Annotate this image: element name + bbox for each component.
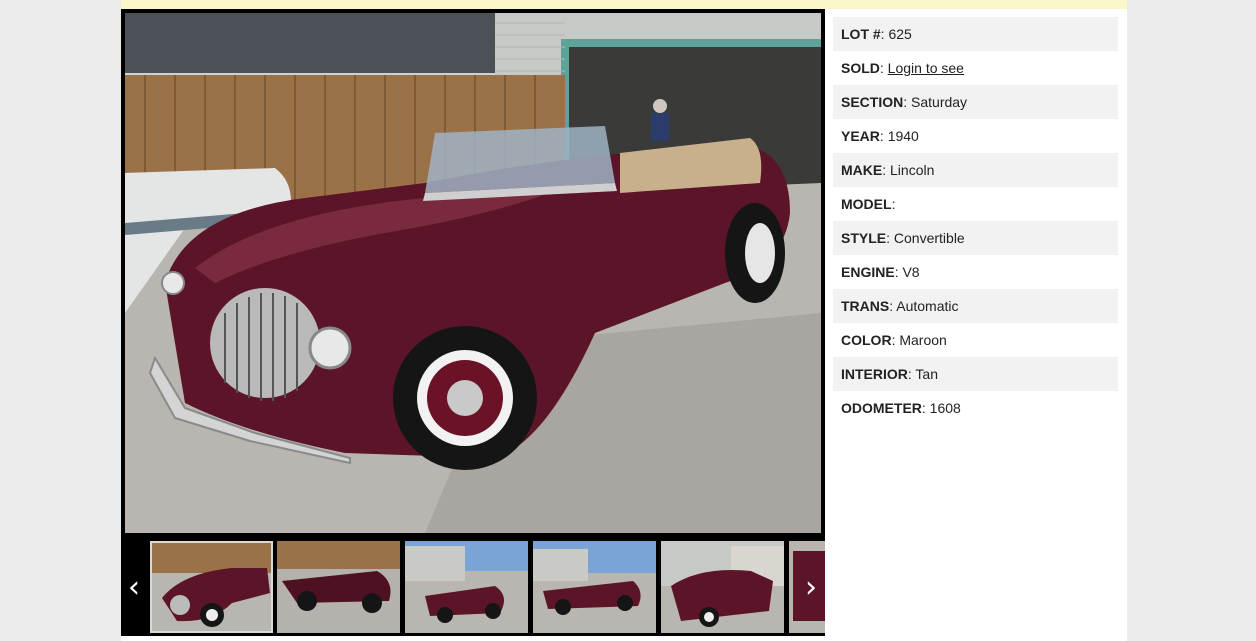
- detail-color: COLOR: Maroon: [841, 332, 947, 348]
- vehicle-details: LOT #: 625 SOLD: Login to see SECTION: S…: [833, 17, 1118, 425]
- detail-make: MAKE: Lincoln: [833, 153, 1118, 187]
- detail-trans: TRANS: Automatic: [833, 289, 1118, 323]
- thumbnail-2[interactable]: [277, 541, 400, 633]
- main-photo[interactable]: [125, 13, 821, 533]
- detail-section: SECTION: Saturday: [833, 85, 1118, 119]
- thumbnail-3[interactable]: [405, 541, 528, 633]
- top-notice-strip: [121, 0, 1127, 9]
- thumbnail-5[interactable]: [661, 541, 784, 633]
- photo-gallery: ‹ ›: [121, 9, 825, 636]
- detail-odometer: ODOMETER: 1608: [841, 400, 961, 416]
- detail-sold: SOLD: Login to see: [841, 60, 964, 76]
- detail-lot: LOT #: 625: [833, 17, 1118, 51]
- thumbnail-4[interactable]: [533, 541, 656, 633]
- detail-model: MODEL:: [841, 196, 896, 212]
- chevron-right-icon[interactable]: ›: [799, 568, 823, 608]
- thumbnail-1[interactable]: [150, 541, 273, 633]
- chevron-left-icon[interactable]: ‹: [122, 568, 146, 608]
- detail-engine: ENGINE: V8: [841, 264, 920, 280]
- detail-interior: INTERIOR: Tan: [833, 357, 1118, 391]
- thumbnail-strip: ‹ ›: [121, 538, 825, 636]
- login-to-see-link[interactable]: Login to see: [888, 60, 964, 76]
- detail-year: YEAR: 1940: [841, 128, 919, 144]
- page-content: ‹ › LOT #: 625 SOLD: Login to see SECTIO…: [121, 0, 1127, 641]
- detail-style: STYLE: Convertible: [833, 221, 1118, 255]
